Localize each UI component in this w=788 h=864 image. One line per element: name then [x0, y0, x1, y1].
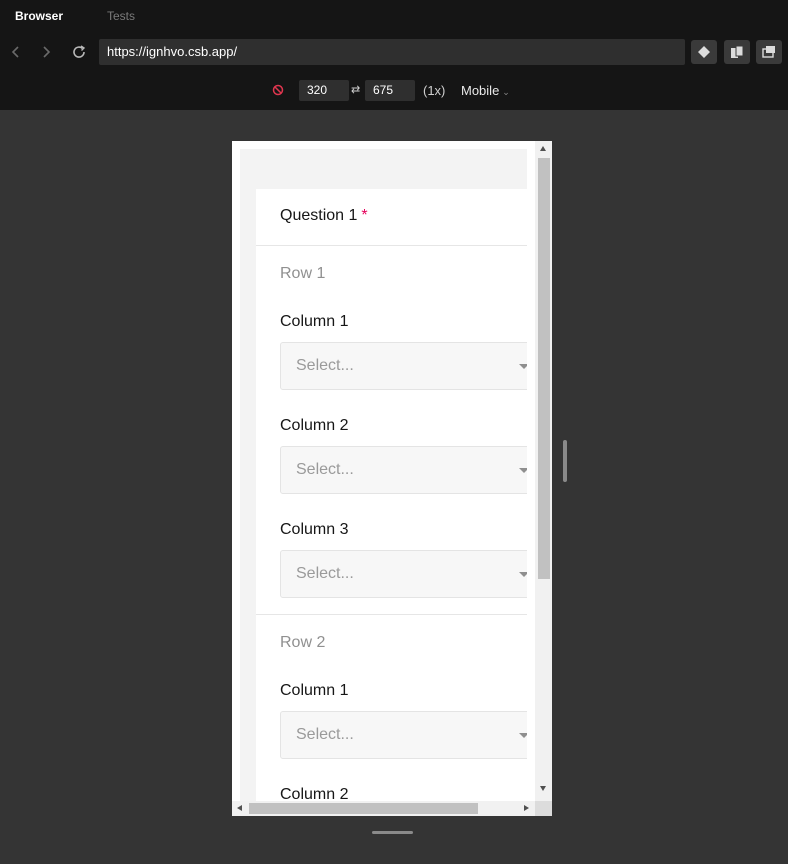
scroll-up-icon[interactable]: [540, 146, 546, 151]
horizontal-scrollbar[interactable]: [232, 801, 535, 816]
column-label: Column 1: [280, 313, 349, 330]
reload-icon: [73, 45, 86, 58]
question-title-text: Question 1: [280, 207, 358, 224]
column-label: Column 2: [280, 417, 349, 434]
question-title: Question 1 *: [280, 207, 368, 225]
window-mode-button[interactable]: [756, 40, 782, 64]
scroll-right-icon[interactable]: [524, 805, 529, 811]
device-width-input[interactable]: 320: [299, 80, 349, 101]
back-button[interactable]: [6, 42, 26, 62]
resize-handle-bottom[interactable]: [372, 831, 413, 834]
chevron-down-icon: ⌄: [502, 87, 510, 97]
vertical-scroll-thumb[interactable]: [538, 158, 550, 579]
caret-down-icon: [519, 364, 527, 369]
scroll-left-icon[interactable]: [237, 805, 242, 811]
windows-icon: [762, 46, 775, 58]
select-placeholder: Select...: [296, 565, 354, 582]
swap-icon[interactable]: ⇄: [351, 83, 360, 96]
resize-handle-right[interactable]: [563, 440, 567, 482]
device-preset-label: Mobile: [461, 83, 500, 98]
scale-label[interactable]: (1x): [423, 83, 445, 98]
tab-browser[interactable]: Browser: [15, 9, 63, 23]
column-label: Column 1: [280, 682, 349, 699]
tab-bar: Browser Tests: [0, 0, 788, 32]
caret-down-icon: [519, 733, 527, 738]
block-icon[interactable]: [272, 84, 284, 96]
caret-down-icon: [519, 468, 527, 473]
url-input[interactable]: https://ignhvo.csb.app/: [99, 39, 685, 65]
tab-tests[interactable]: Tests: [107, 9, 135, 23]
chevron-right-icon: [43, 46, 51, 58]
question-card: Question 1 * Row 1 Column 1 Select... Col…: [256, 189, 527, 809]
device-toolbar: 320 ⇄ 675 (1x) Mobile ⌄: [0, 72, 788, 110]
device-frame: Question 1 * Row 1 Column 1 Select... Col…: [232, 141, 552, 816]
select-placeholder: Select...: [296, 357, 354, 374]
chevron-left-icon: [11, 46, 19, 58]
column-label: Column 3: [280, 521, 349, 538]
divider: [256, 245, 527, 246]
divider: [256, 614, 527, 615]
device-preset-select[interactable]: Mobile ⌄: [461, 83, 510, 98]
required-marker: *: [361, 207, 368, 224]
address-bar-row: https://ignhvo.csb.app/: [0, 32, 788, 72]
crosshair-icon: [698, 46, 710, 58]
horizontal-scroll-thumb[interactable]: [249, 803, 478, 814]
forward-button[interactable]: [36, 42, 56, 62]
select-placeholder: Select...: [296, 461, 354, 478]
row-title: Row 2: [280, 634, 326, 651]
scroll-down-icon[interactable]: [540, 786, 546, 791]
column-select[interactable]: Select...: [280, 342, 527, 390]
caret-down-icon: [519, 572, 527, 577]
scrollbar-corner: [535, 801, 552, 816]
devtools-toggle-button[interactable]: [691, 40, 717, 64]
copy-layout-button[interactable]: [724, 40, 750, 64]
column-select[interactable]: Select...: [280, 550, 527, 598]
reload-button[interactable]: [69, 42, 89, 62]
device-height-input[interactable]: 675: [365, 80, 415, 101]
duplicate-icon: [731, 45, 744, 58]
vertical-scrollbar[interactable]: [535, 141, 552, 801]
column-select[interactable]: Select...: [280, 711, 527, 759]
select-placeholder: Select...: [296, 726, 354, 743]
page-viewport: Question 1 * Row 1 Column 1 Select... Col…: [240, 149, 527, 809]
column-select[interactable]: Select...: [280, 446, 527, 494]
row-title: Row 1: [280, 265, 326, 282]
